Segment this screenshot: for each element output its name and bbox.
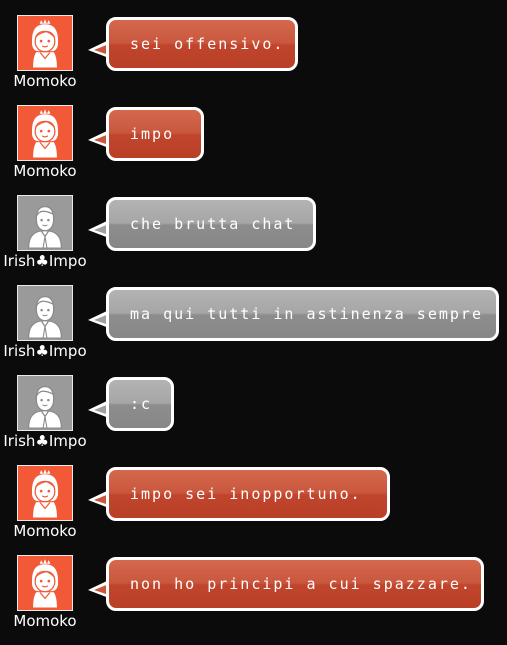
message-bubble: impo xyxy=(106,107,204,161)
chat-log: Momoko sei offensivo. Momoko impo Irish♣… xyxy=(0,0,507,630)
chat-message: Irish♣Impo ma qui tutti in astinenza sem… xyxy=(0,285,507,375)
message-bubble: ma qui tutti in astinenza sempre xyxy=(106,287,499,341)
message-bubble: non ho principi a cui spazzare. xyxy=(106,557,484,611)
message-bubble: che brutta chat xyxy=(106,197,316,251)
username[interactable]: Momoko xyxy=(0,612,90,630)
username[interactable]: Momoko xyxy=(0,72,90,90)
username[interactable]: Irish♣Impo xyxy=(0,342,90,360)
chat-message: Momoko impo sei inopportuno. xyxy=(0,465,507,555)
girl-avatar-icon[interactable] xyxy=(17,465,73,521)
chat-message: Momoko sei offensivo. xyxy=(0,15,507,105)
chat-message: Irish♣Impo :c xyxy=(0,375,507,465)
message-bubble: sei offensivo. xyxy=(106,17,298,71)
username[interactable]: Irish♣Impo xyxy=(0,252,90,270)
chat-message: Momoko non ho principi a cui spazzare. xyxy=(0,555,507,645)
message-bubble: impo sei inopportuno. xyxy=(106,467,390,521)
username[interactable]: Irish♣Impo xyxy=(0,432,90,450)
boy-avatar-icon[interactable] xyxy=(17,195,73,251)
girl-avatar-icon[interactable] xyxy=(17,105,73,161)
chat-message: Momoko impo xyxy=(0,105,507,195)
girl-avatar-icon[interactable] xyxy=(17,555,73,611)
message-bubble: :c xyxy=(106,377,174,431)
chat-message: Irish♣Impo che brutta chat xyxy=(0,195,507,285)
username[interactable]: Momoko xyxy=(0,162,90,180)
girl-avatar-icon[interactable] xyxy=(17,15,73,71)
boy-avatar-icon[interactable] xyxy=(17,285,73,341)
username[interactable]: Momoko xyxy=(0,522,90,540)
boy-avatar-icon[interactable] xyxy=(17,375,73,431)
